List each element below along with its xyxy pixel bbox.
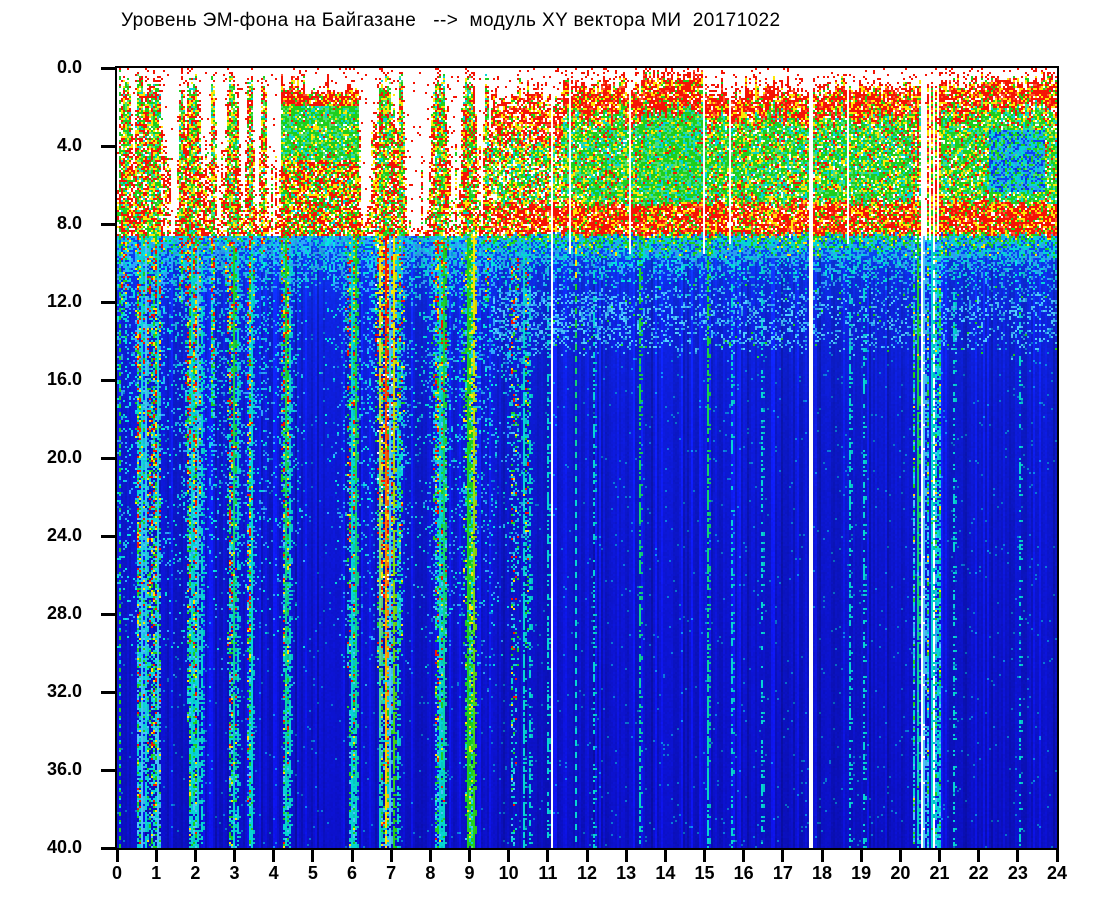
y-axis-tick xyxy=(101,457,115,460)
x-axis-label: 0 xyxy=(111,863,122,883)
x-axis-tick xyxy=(507,850,511,862)
x-axis-tick xyxy=(272,850,276,862)
x-axis-tick xyxy=(742,850,746,862)
x-axis-label: 5 xyxy=(307,863,318,883)
x-axis-tick xyxy=(977,850,981,862)
y-axis-label: 28.0 xyxy=(46,603,82,623)
y-axis-tick xyxy=(101,847,115,850)
x-axis-tick xyxy=(233,850,236,862)
plot-frame xyxy=(115,66,1059,850)
x-axis-tick xyxy=(468,850,471,862)
y-axis-tick xyxy=(101,691,115,694)
x-axis-label: 14 xyxy=(655,863,676,883)
x-axis-label: 12 xyxy=(576,863,598,883)
x-axis-tick xyxy=(624,850,628,862)
x-axis-tick xyxy=(154,850,158,862)
x-axis-tick xyxy=(781,850,785,862)
x-axis-label: 6 xyxy=(346,863,357,883)
x-axis-label: 21 xyxy=(929,863,950,883)
x-axis-tick xyxy=(428,850,432,862)
x-axis-label: 13 xyxy=(616,863,637,883)
y-axis-label: 8.0 xyxy=(56,213,82,233)
x-axis-label: 4 xyxy=(268,863,279,883)
x-axis-label: 20 xyxy=(890,863,911,883)
y-axis-tick xyxy=(101,769,115,772)
x-axis-tick xyxy=(115,850,119,862)
y-axis-label: 16.0 xyxy=(46,369,82,389)
x-axis-tick xyxy=(820,850,824,862)
x-axis-tick xyxy=(663,850,667,862)
spectrogram-canvas xyxy=(117,68,1057,848)
y-axis-label: 4.0 xyxy=(56,135,82,155)
x-axis-tick xyxy=(350,850,354,862)
y-axis-label: 12.0 xyxy=(46,291,82,311)
chart-title: Уровень ЭМ-фона на Байгазане --> модуль … xyxy=(121,10,781,31)
y-axis-tick xyxy=(101,67,115,70)
y-axis-label: 40.0 xyxy=(46,837,82,857)
x-axis-tick xyxy=(703,850,706,862)
y-axis-tick xyxy=(101,379,115,382)
x-axis-label: 7 xyxy=(386,863,397,883)
x-axis-label: 10 xyxy=(498,863,519,883)
x-axis-label: 17 xyxy=(772,863,793,883)
y-axis-tick xyxy=(101,535,115,538)
x-axis-label: 8 xyxy=(425,863,436,883)
y-axis-tick xyxy=(101,223,115,226)
y-axis-tick xyxy=(101,301,115,304)
chart-root: Уровень ЭМ-фона на Байгазане --> модуль … xyxy=(0,0,1096,900)
x-axis-tick xyxy=(1055,850,1059,862)
x-axis-label: 11 xyxy=(538,863,558,883)
x-axis-tick xyxy=(585,850,589,862)
y-axis-tick xyxy=(101,145,115,148)
y-axis-label: 24.0 xyxy=(46,525,82,545)
x-axis-tick xyxy=(938,850,941,862)
y-axis-label: 20.0 xyxy=(46,447,82,467)
x-axis-tick xyxy=(389,850,393,862)
y-axis-label: 0.0 xyxy=(56,57,82,77)
x-axis-label: 16 xyxy=(733,863,754,883)
x-axis-label: 24 xyxy=(1046,863,1068,883)
x-axis-label: 23 xyxy=(1007,863,1028,883)
y-axis-tick xyxy=(101,613,115,616)
x-axis-tick xyxy=(1016,850,1020,862)
x-axis-label: 18 xyxy=(811,863,833,883)
x-axis-label: 2 xyxy=(190,863,201,883)
y-axis-label: 32.0 xyxy=(46,681,82,701)
x-axis-tick xyxy=(193,850,197,862)
x-axis-tick xyxy=(311,850,315,862)
x-axis-label: 19 xyxy=(851,863,872,883)
x-axis-label: 9 xyxy=(464,863,475,883)
x-axis-label: 3 xyxy=(229,863,240,883)
x-axis-label: 22 xyxy=(968,863,989,883)
x-axis-tick xyxy=(546,850,550,862)
x-axis-label: 15 xyxy=(694,863,715,883)
x-axis-tick xyxy=(898,850,902,862)
y-axis-label: 36.0 xyxy=(46,759,82,779)
x-axis-label: 1 xyxy=(151,863,162,883)
x-axis-tick xyxy=(859,850,863,862)
